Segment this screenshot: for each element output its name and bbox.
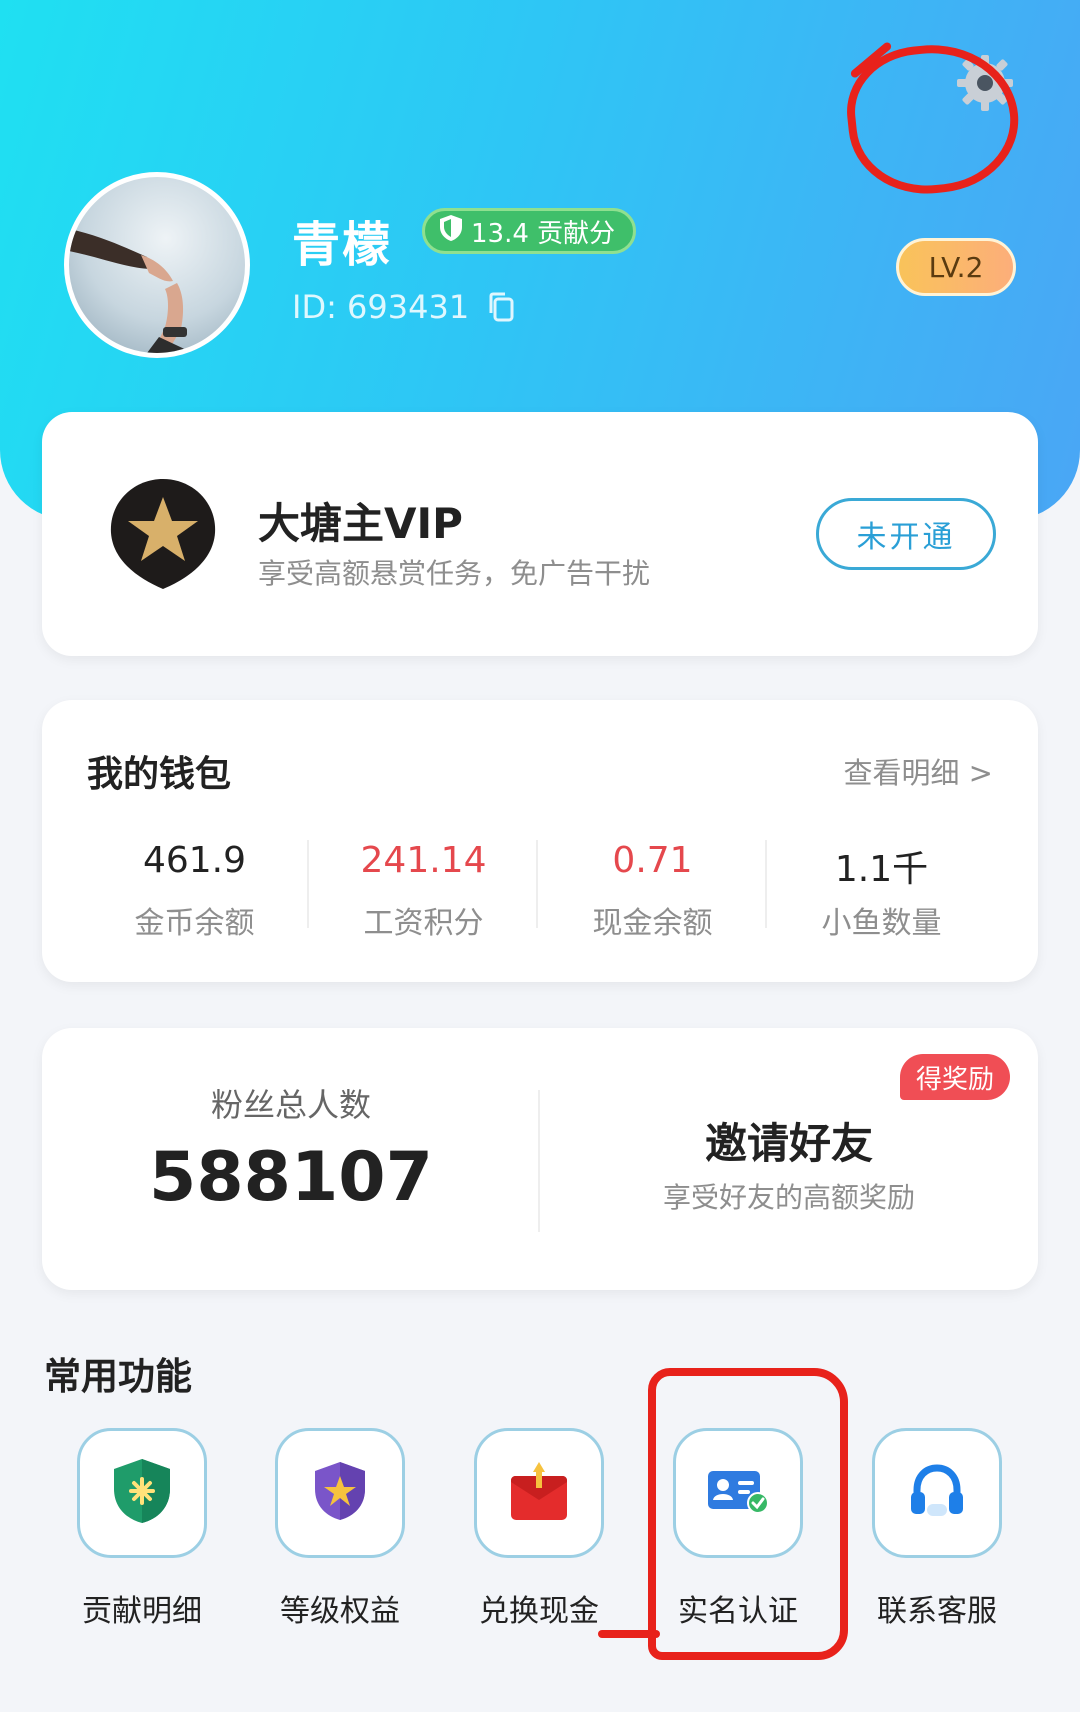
stat-gold-coins[interactable]: 461.9 金币余额 <box>80 840 309 942</box>
stat-value: 0.71 <box>612 840 693 881</box>
stat-cash-balance[interactable]: 0.71 现金余额 <box>538 840 767 942</box>
vip-title: 大塘主VIP <box>258 499 463 548</box>
annotation-box-verification <box>648 1368 848 1660</box>
function-exchange-cash[interactable]: 兑换现金 <box>454 1428 624 1630</box>
fans-invite-card: 粉丝总人数 588107 邀请好友 享受好友的高额奖励 得奖励 <box>42 1028 1038 1290</box>
red-envelope-icon <box>508 1458 570 1528</box>
copy-icon[interactable] <box>487 291 515 323</box>
stat-value: 461.9 <box>142 840 247 881</box>
stat-value: 1.1千 <box>834 849 929 890</box>
headset-icon <box>909 1462 965 1524</box>
stat-wage-points[interactable]: 241.14 工资积分 <box>309 840 538 942</box>
section-title: 常用功能 <box>44 1355 192 1398</box>
wallet-stats: 461.9 金币余额 241.14 工资积分 0.71 现金余额 1.1千 小鱼… <box>42 840 1038 942</box>
wallet-card: 我的钱包 查看明细 > 461.9 金币余额 241.14 工资积分 0.71 … <box>42 700 1038 982</box>
stat-fish-count[interactable]: 1.1千 小鱼数量 <box>767 840 996 942</box>
username: 青檬 <box>292 217 393 273</box>
shield-star-icon <box>313 1460 367 1526</box>
contribution-score: 13.4 贡献分 <box>471 218 616 249</box>
fans-count: 588107 <box>149 1138 433 1217</box>
reward-badge: 得奖励 <box>900 1054 1011 1100</box>
function-label: 等级权益 <box>280 1594 400 1629</box>
function-icon-box <box>474 1428 604 1558</box>
wallet-title: 我的钱包 <box>87 754 232 795</box>
function-label: 联系客服 <box>877 1594 997 1629</box>
annotation-stroke <box>598 1630 660 1638</box>
stat-label: 金币余额 <box>134 906 255 941</box>
stat-label: 工资积分 <box>363 906 484 941</box>
function-icon-box <box>275 1428 405 1558</box>
vip-star-icon <box>107 475 219 595</box>
vip-subtitle: 享受高额悬赏任务，免广告干扰 <box>258 557 651 590</box>
function-icon-box <box>77 1428 207 1558</box>
fans-label: 粉丝总人数 <box>210 1086 371 1124</box>
user-id: ID: 693431 <box>292 288 515 326</box>
stat-value: 241.14 <box>360 840 487 881</box>
contribution-badge[interactable]: 13.4 贡献分 <box>422 208 637 254</box>
function-label: 贡献明细 <box>82 1594 202 1629</box>
avatar[interactable] <box>64 172 250 358</box>
stat-label: 小鱼数量 <box>821 906 942 941</box>
stat-label: 现金余额 <box>592 906 713 941</box>
user-id-text: ID: 693431 <box>292 288 470 326</box>
invite-friends-button[interactable]: 邀请好友 <box>540 1110 1038 1171</box>
function-icon-box <box>872 1428 1002 1558</box>
vip-card[interactable]: 大塘主VIP 享受高额悬赏任务，免广告干扰 未开通 <box>42 412 1038 656</box>
wallet-details-link[interactable]: 查看明细 > <box>843 750 993 792</box>
vip-activate-button[interactable]: 未开通 <box>816 498 996 570</box>
function-label: 兑换现金 <box>479 1594 599 1629</box>
invite-subtitle: 享受好友的高额奖励 <box>662 1181 915 1214</box>
shield-icon <box>439 214 463 249</box>
function-level-benefits[interactable]: 等级权益 <box>255 1428 425 1630</box>
function-contact-support[interactable]: 联系客服 <box>852 1428 1022 1630</box>
level-badge[interactable]: LV.2 <box>896 238 1016 296</box>
shield-check-icon <box>112 1457 172 1529</box>
function-contribution-details[interactable]: 贡献明细 <box>57 1428 227 1630</box>
